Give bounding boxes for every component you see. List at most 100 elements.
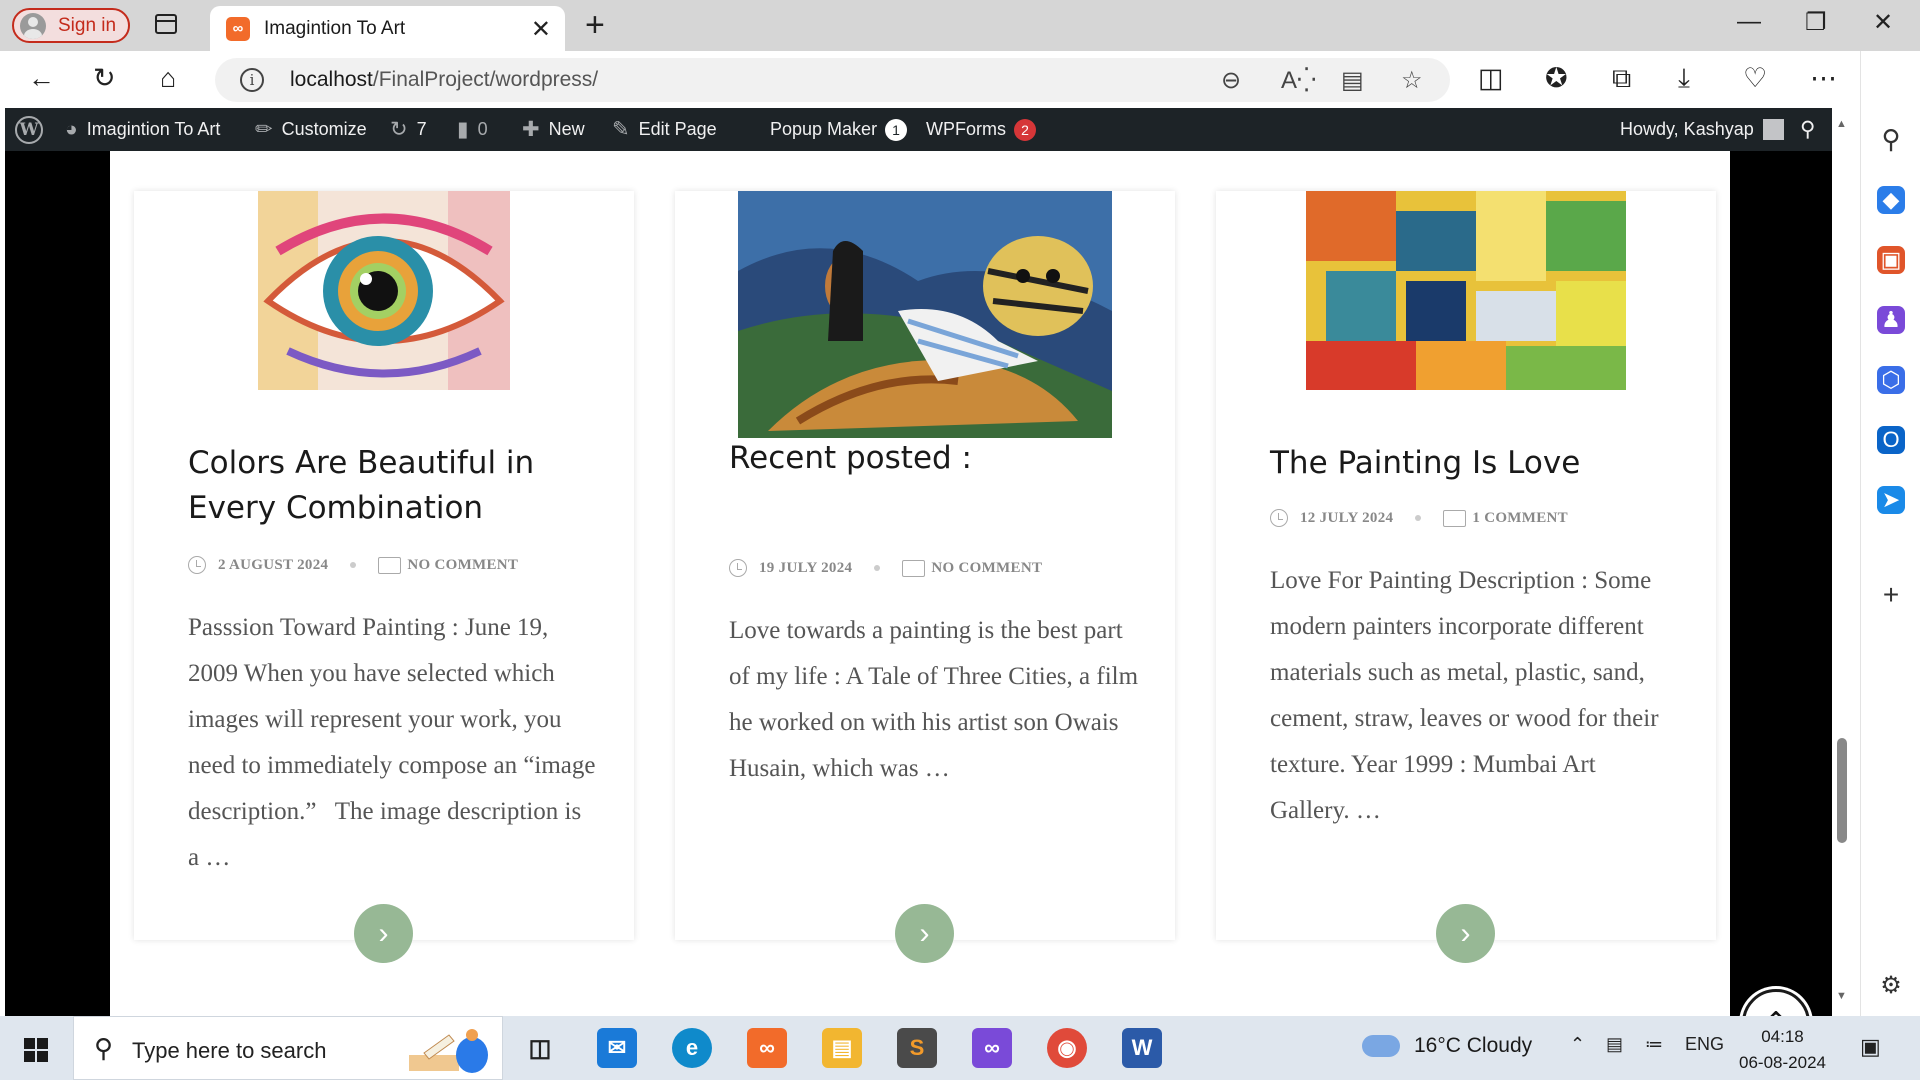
tools-icon[interactable]: ▣	[1877, 246, 1905, 274]
zoom-out-icon[interactable]: ⊖	[1221, 66, 1241, 95]
read-more-button[interactable]: ›	[895, 904, 954, 963]
favorites-icon[interactable]: ✪	[1545, 63, 1568, 94]
scroll-to-top-button[interactable]: ⌃	[1742, 989, 1810, 1016]
post-date[interactable]: 19 JULY 2024	[759, 560, 852, 577]
post-date[interactable]: 2 AUGUST 2024	[218, 557, 328, 574]
device-icon[interactable]: ▤	[1606, 1034, 1623, 1055]
post-title[interactable]: The Painting Is Love	[1270, 441, 1690, 486]
search-icon: ⚲	[94, 1033, 114, 1063]
notifications-icon[interactable]: ▣	[1860, 1034, 1881, 1060]
edit-page-link[interactable]: ✎ Edit Page	[612, 108, 717, 151]
close-tab-icon[interactable]: ✕	[531, 15, 551, 44]
howdy-label: Howdy, Kashyap	[1620, 119, 1754, 139]
site-name-label: Imagintion To Art	[86, 119, 221, 139]
chevron-up-icon: ⌃	[1763, 1006, 1788, 1017]
wp-logo-menu[interactable]: W	[15, 108, 43, 151]
language-indicator[interactable]: ENG	[1685, 1034, 1724, 1055]
search-icon[interactable]: ⚲	[1877, 124, 1905, 154]
updates-link[interactable]: ↻ 7	[390, 108, 427, 151]
post-card: Recent posted : 19 JULY 2024 NO COMMENT …	[675, 191, 1175, 963]
more-options-icon[interactable]: ⋯	[1810, 63, 1837, 94]
chevron-up-icon[interactable]: ⌃	[1570, 1034, 1585, 1055]
url-text[interactable]: localhost/FinalProject/wordpress/	[290, 68, 598, 92]
dashboard-icon: ◕	[65, 117, 78, 141]
word-app-icon[interactable]: W	[1122, 1028, 1162, 1068]
new-label: New	[548, 119, 585, 139]
collections-icon[interactable]: ⧉	[1612, 63, 1631, 95]
scrollbar-thumb[interactable]	[1837, 738, 1847, 843]
visual-studio-icon[interactable]: ∞	[972, 1028, 1012, 1068]
post-title[interactable]: Recent posted :	[729, 436, 1149, 481]
chevron-right-icon: ›	[919, 916, 930, 950]
restore-icon[interactable]: ❐	[1805, 8, 1827, 37]
comment-icon: ▮	[457, 118, 469, 141]
new-tab-icon[interactable]: +	[585, 6, 605, 45]
drop-icon[interactable]: ➤	[1877, 486, 1905, 514]
split-screen-icon[interactable]: ◫	[1478, 63, 1504, 94]
read-more-button[interactable]: ›	[1436, 904, 1495, 963]
browser-essentials-icon[interactable]: ♡	[1743, 63, 1767, 94]
home-icon[interactable]: ⌂	[160, 63, 176, 94]
microsoft365-icon[interactable]: ⬡	[1877, 366, 1905, 394]
site-name-menu[interactable]: ◕ Imagintion To Art	[65, 108, 220, 151]
back-icon[interactable]: ←	[28, 63, 55, 94]
post-thumbnail-abstract[interactable]	[1306, 191, 1626, 390]
browser-toolbar: ← ↻ ⌂ i localhost/FinalProject/wordpress…	[0, 51, 1920, 108]
browser-tab-strip: Sign in ∞ Imagintion To Art ✕ + — ❐ ✕	[0, 0, 1920, 51]
post-meta: 12 JULY 2024 1 COMMENT	[1270, 509, 1568, 527]
post-thumbnail-tiger[interactable]	[738, 191, 1112, 438]
wpforms-menu[interactable]: WPForms 2	[926, 108, 1036, 151]
comment-icon	[378, 556, 402, 574]
task-view-icon[interactable]: ◫	[520, 1028, 560, 1068]
windows-start-icon[interactable]	[24, 1038, 48, 1062]
immersive-reader-icon[interactable]: ▤	[1341, 66, 1364, 95]
comment-icon	[902, 559, 926, 577]
file-explorer-icon[interactable]: ▤	[822, 1028, 862, 1068]
active-tab[interactable]: ∞ Imagintion To Art ✕	[210, 6, 565, 51]
read-more-button[interactable]: ›	[354, 904, 413, 963]
post-date[interactable]: 12 JULY 2024	[1300, 510, 1393, 527]
post-comments[interactable]: NO COMMENT	[931, 560, 1042, 577]
comment-icon	[1443, 509, 1467, 527]
read-aloud-icon[interactable]: A⁛	[1281, 66, 1316, 95]
mail-app-icon[interactable]: ✉	[597, 1028, 637, 1068]
tab-actions-icon[interactable]	[155, 14, 177, 34]
admin-bar-search[interactable]: ⚲	[1800, 108, 1824, 151]
games-icon[interactable]: ♟	[1877, 306, 1905, 334]
post-comments[interactable]: 1 COMMENT	[1472, 510, 1568, 527]
site-info-icon[interactable]: i	[240, 68, 264, 92]
favorite-star-icon[interactable]: ☆	[1401, 66, 1423, 95]
chrome-app-icon[interactable]: ◉	[1047, 1028, 1087, 1068]
new-content-menu[interactable]: ✚ New	[522, 108, 585, 151]
window-close-icon[interactable]: ✕	[1873, 8, 1893, 37]
post-title[interactable]: Colors Are Beautiful in Every Combinatio…	[188, 441, 608, 531]
post-thumbnail-eye[interactable]	[258, 191, 510, 390]
minimize-icon[interactable]: —	[1737, 8, 1761, 36]
refresh-icon[interactable]: ↻	[93, 63, 116, 94]
weather-widget[interactable]: 16°C Cloudy	[1362, 1034, 1532, 1058]
sublime-text-icon[interactable]: S	[897, 1028, 937, 1068]
post-comments[interactable]: NO COMMENT	[407, 557, 518, 574]
popup-maker-label: Popup Maker	[770, 119, 878, 139]
edge-app-icon[interactable]: e	[672, 1028, 712, 1068]
taskbar-search-box[interactable]: ⚲ Type here to search	[73, 1016, 503, 1080]
xampp-app-icon[interactable]: ∞	[747, 1028, 787, 1068]
scroll-down-arrow-icon[interactable]: ▼	[1836, 990, 1847, 1002]
settings-gear-icon[interactable]: ⚙	[1877, 971, 1905, 999]
popup-maker-menu[interactable]: Popup Maker 1	[770, 108, 908, 151]
page-scrollbar[interactable]	[1832, 108, 1852, 1016]
my-account-menu[interactable]: Howdy, Kashyap	[1620, 108, 1784, 151]
clock-time: 04:18	[1761, 1027, 1804, 1046]
customize-link[interactable]: ✏ Customize	[255, 108, 367, 151]
scroll-up-arrow-icon[interactable]: ▲	[1836, 118, 1847, 130]
clock-icon	[1270, 509, 1288, 527]
add-sidebar-icon[interactable]: +	[1877, 579, 1905, 610]
address-bar[interactable]: i localhost/FinalProject/wordpress/ ⊖ A⁛…	[215, 58, 1450, 102]
sign-in-button[interactable]: Sign in	[12, 8, 130, 43]
comments-link[interactable]: ▮ 0	[457, 108, 488, 151]
outlook-icon[interactable]: O	[1877, 426, 1905, 454]
shopping-tag-icon[interactable]: ◆	[1877, 186, 1905, 214]
taskbar-clock[interactable]: 04:18 06-08-2024	[1730, 1024, 1835, 1076]
wifi-icon[interactable]: ≔	[1645, 1034, 1663, 1055]
downloads-icon[interactable]: ⤓	[1678, 63, 1690, 95]
